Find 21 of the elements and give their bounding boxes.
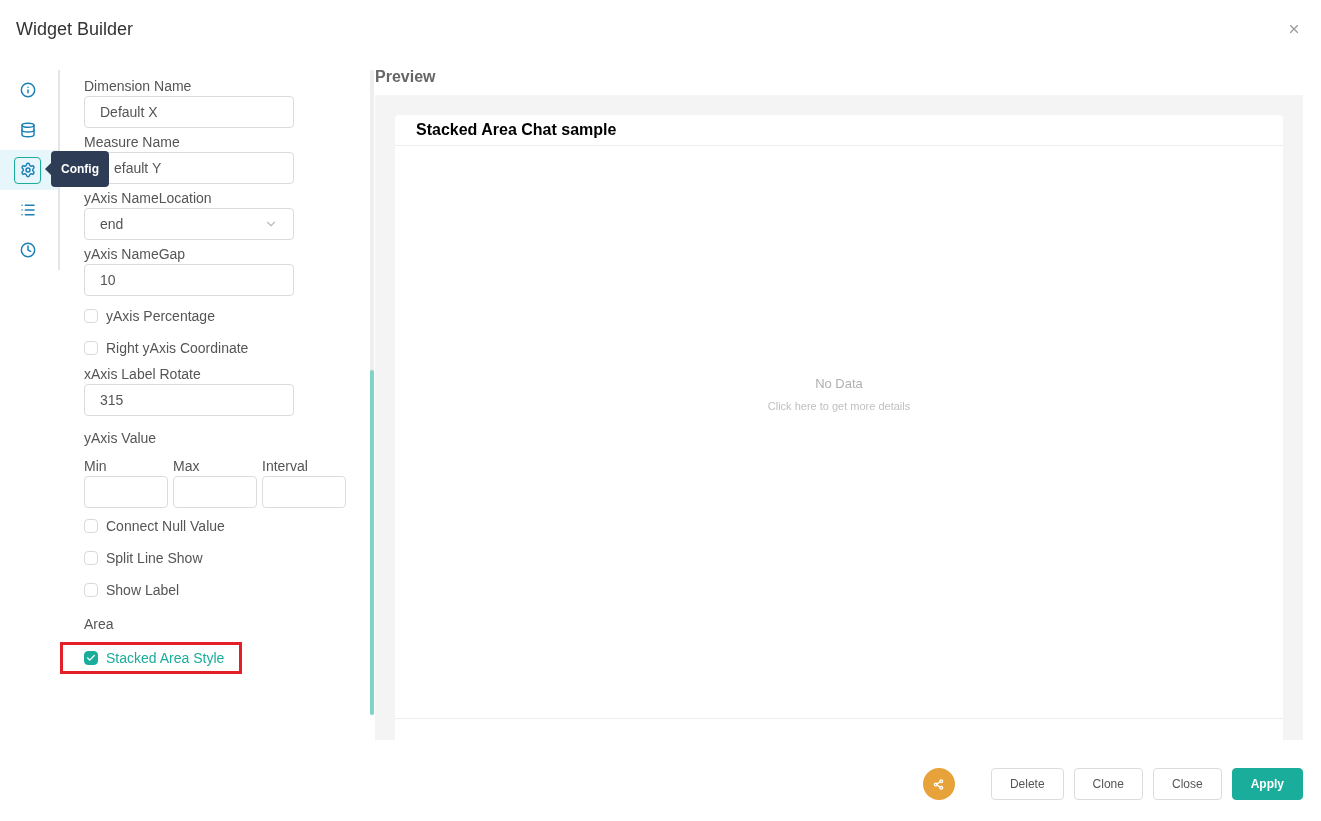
field-label: xAxis Label Rotate [84, 365, 202, 384]
field-label: Measure Name [84, 133, 181, 152]
section-label: Area [84, 615, 115, 634]
checkbox-label: Connect Null Value [106, 516, 225, 536]
card-title: Stacked Area Chat sample [395, 115, 1283, 146]
field-label: Max [173, 457, 201, 476]
field-label: Min [84, 457, 108, 476]
tooltip: Config [51, 151, 109, 187]
checkbox-label: yAxis Percentage [106, 306, 215, 326]
checkbox-label: Split Line Show [106, 548, 203, 568]
field-label: yAxis NameGap [84, 245, 187, 264]
field-label: Interval [262, 457, 309, 476]
preview-title: Preview [375, 66, 437, 87]
window-title: Widget Builder [16, 17, 134, 41]
checkbox-label: Show Label [106, 580, 180, 600]
field-label: yAxis NameLocation [84, 189, 213, 208]
empty-title: No Data [815, 375, 863, 393]
checkbox-label: Stacked Area Style [106, 648, 225, 668]
field-label: Dimension Name [84, 77, 193, 96]
section-label: yAxis Value [84, 429, 158, 448]
checkbox-label: Right yAxis Coordinate [106, 338, 249, 358]
